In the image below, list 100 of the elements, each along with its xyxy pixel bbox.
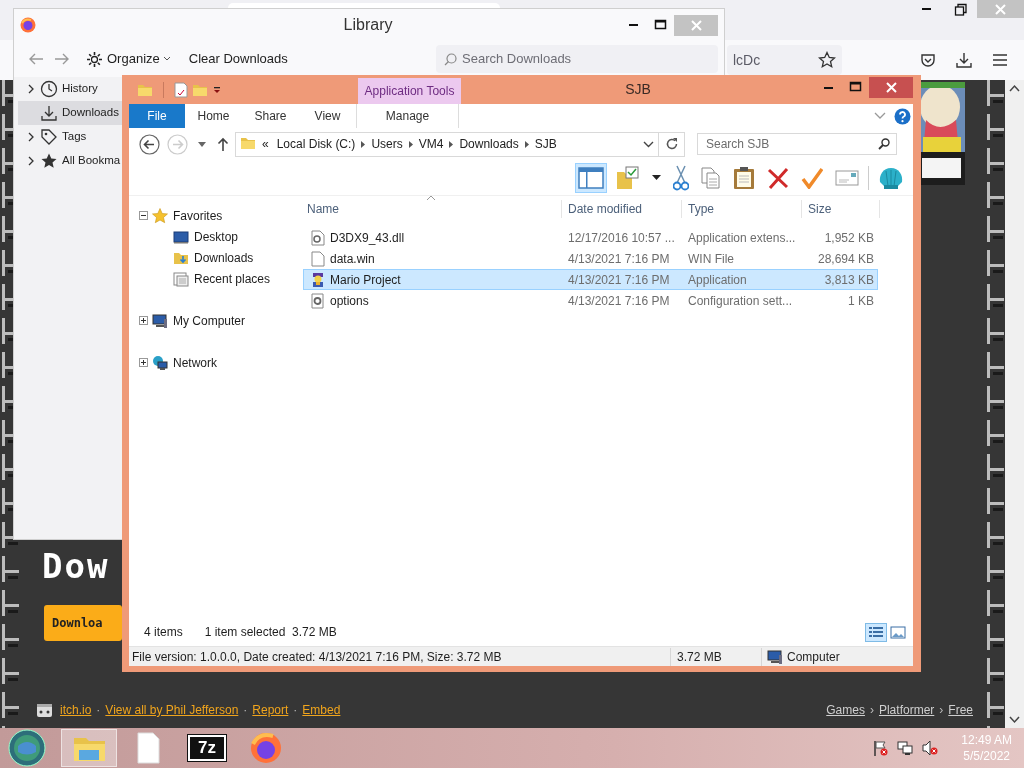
separator: · <box>96 702 101 719</box>
ribbon-tab[interactable]: Share <box>242 104 299 128</box>
file-name: options <box>330 292 369 310</box>
details-view-button[interactable] <box>865 622 887 642</box>
address-field[interactable]: lcDc <box>727 45 842 75</box>
contextual-tab-label: Application Tools <box>358 78 461 104</box>
back-icon[interactable] <box>139 133 160 155</box>
file-row[interactable]: data.win 4/13/2021 7:16 PM WIN File 28,694 KB <box>303 248 878 269</box>
footer-link[interactable]: Embed <box>302 701 341 719</box>
breadcrumb[interactable]: Local Disk (C:) <box>276 135 356 153</box>
scrollbar[interactable] <box>1005 80 1024 728</box>
organize-menu[interactable]: Organize <box>86 49 170 69</box>
nav-item[interactable]: Recent places <box>129 268 300 289</box>
download-icon[interactable] <box>956 52 972 68</box>
breadcrumb[interactable]: SJB <box>534 135 557 153</box>
footer-link[interactable]: View all by Phil Jefferson <box>105 701 239 719</box>
expand-icon[interactable] <box>139 358 148 367</box>
sidebar-item[interactable]: All Bookma <box>18 149 123 173</box>
menu-icon[interactable] <box>992 52 1008 68</box>
footer-link[interactable]: Report <box>252 701 289 719</box>
footer-link[interactable]: Games <box>826 701 865 719</box>
breadcrumb[interactable]: Users <box>371 135 403 153</box>
start-button[interactable] <box>7 728 47 768</box>
scroll-down-icon[interactable] <box>1009 716 1020 724</box>
breadcrumb[interactable]: VM4 <box>418 135 444 153</box>
column-header[interactable]: Name <box>303 200 562 218</box>
expand-icon[interactable] <box>139 316 148 325</box>
column-header[interactable]: Type <box>682 200 802 218</box>
preview-pane-button[interactable] <box>575 162 607 193</box>
nav-item[interactable]: My Computer <box>129 310 300 331</box>
caret-down-icon[interactable] <box>643 140 654 148</box>
file-row[interactable]: options 4/13/2021 7:16 PM Configuration sett... 1 KB <box>303 290 878 311</box>
minimize-icon <box>824 86 833 89</box>
file-row[interactable]: D3DX9_43.dll 12/17/2016 10:57 ... Application extens... 1,952 KB <box>303 227 878 248</box>
chevron-icon[interactable] <box>26 155 36 167</box>
ribbon-tab[interactable]: Manage <box>356 104 459 128</box>
clipboard-icon <box>733 165 755 190</box>
taskbar-button[interactable]: 7z <box>179 729 235 767</box>
nav-item[interactable]: Network <box>129 352 300 373</box>
separator: › <box>869 702 874 719</box>
size-cell-text: 28,694 KB <box>816 250 875 268</box>
browser-icon <box>248 730 284 766</box>
collapse-icon[interactable] <box>139 211 148 220</box>
breadcrumb[interactable]: Downloads <box>459 135 519 153</box>
type-cell-text: Application <box>687 271 748 289</box>
dropdown-icon[interactable] <box>212 84 222 95</box>
network-icon[interactable] <box>897 740 914 756</box>
status-size: 3.72 MB <box>671 647 762 666</box>
breadcrumb-arrow-icon[interactable] <box>360 139 367 149</box>
nav-item[interactable]: Favorites <box>129 205 300 226</box>
scroll-up-icon[interactable] <box>1009 84 1020 92</box>
breadcrumb-arrow-icon[interactable] <box>407 139 414 149</box>
scissors-icon <box>673 164 689 191</box>
clock-date: 5/5/2022 <box>962 748 1011 764</box>
copy-icon <box>701 166 721 189</box>
up-icon[interactable] <box>217 137 229 151</box>
clock-time: 12:49 AM <box>961 732 1012 748</box>
column-header[interactable]: Size <box>802 200 880 218</box>
sidebar-item[interactable]: Downloads <box>18 101 123 125</box>
search-field[interactable]: Search SJB <box>697 133 897 155</box>
breadcrumb-arrow-icon[interactable] <box>523 139 530 149</box>
star-icon[interactable] <box>818 51 836 69</box>
caret-icon[interactable] <box>198 141 206 147</box>
folder-check-icon <box>616 165 640 190</box>
nav-item[interactable]: Downloads <box>129 247 300 268</box>
breadcrumb-overflow[interactable]: « <box>262 135 269 153</box>
forward-icon[interactable] <box>54 52 70 66</box>
ribbon-tab[interactable]: Home <box>185 104 242 128</box>
clear-downloads-button[interactable]: Clear Downloads <box>187 48 289 70</box>
speaker-muted-icon[interactable] <box>922 740 939 756</box>
search-icon <box>444 52 457 66</box>
type-cell-text: Configuration sett... <box>687 292 794 310</box>
chevron-down-icon[interactable] <box>874 112 886 120</box>
footer-link[interactable]: Platformer <box>878 701 935 719</box>
sidebar-item[interactable]: Tags <box>18 125 123 149</box>
ribbon-tab[interactable]: File <box>129 104 185 128</box>
file-row[interactable]: Mario Project 4/13/2021 7:16 PM Application 3,813 KB <box>303 269 878 290</box>
refresh-button[interactable] <box>659 131 685 157</box>
sidebar-item[interactable]: History <box>18 77 123 101</box>
shell-icon <box>878 165 904 190</box>
search-field[interactable]: Search Downloads <box>436 45 718 73</box>
download-button[interactable]: Downloa <box>44 605 122 641</box>
nav-item[interactable]: Desktop <box>129 226 300 247</box>
separator: · <box>293 702 298 719</box>
column-header[interactable]: Date modified <box>562 200 682 218</box>
flag-icon[interactable] <box>872 740 889 756</box>
close-button[interactable] <box>869 77 913 98</box>
network-icon <box>152 354 168 371</box>
sort-caret-icon[interactable] <box>427 196 435 200</box>
breadcrumb-arrow-icon[interactable] <box>448 139 455 149</box>
chevron-icon[interactable] <box>26 131 36 143</box>
pocket-icon[interactable] <box>920 52 936 68</box>
footer-link[interactable]: Free <box>948 701 973 719</box>
help-icon[interactable] <box>894 107 911 125</box>
page-heading: Dow <box>42 548 111 584</box>
gamepad-icon[interactable] <box>36 702 53 718</box>
footer-link[interactable]: itch.io <box>60 701 92 719</box>
chevron-icon[interactable] <box>26 83 36 95</box>
ribbon-tab[interactable]: View <box>299 104 356 128</box>
properties-icon[interactable] <box>174 81 188 98</box>
